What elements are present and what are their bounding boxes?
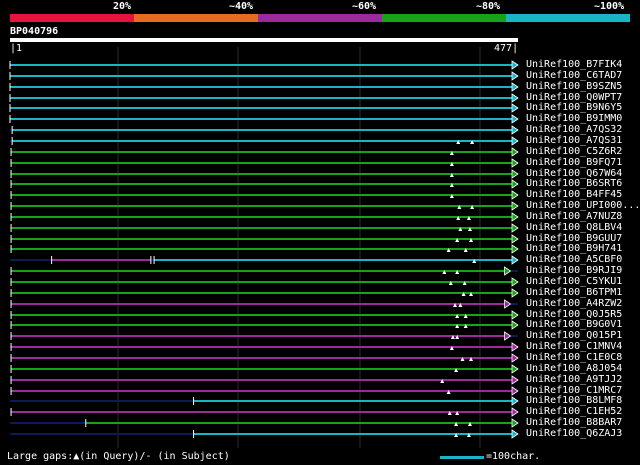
- hit-label[interactable]: UniRef100_C5YKU1: [526, 276, 622, 287]
- hit-label-list: UniRef100_B7FIK4 UniRef100_C6TAD7 UniRef10…: [0, 0, 640, 465]
- hit-label[interactable]: UniRef100_C1MNV4: [526, 341, 622, 352]
- hit-label[interactable]: UniRef100_A7NUZ8: [526, 211, 622, 222]
- hit-label[interactable]: UniRef100_C6TAD7: [526, 70, 622, 81]
- hit-label[interactable]: UniRef100_Q6ZAJ3: [526, 428, 622, 439]
- hit-label[interactable]: UniRef100_B9H741: [526, 243, 622, 254]
- hit-label[interactable]: UniRef100_B7FIK4: [526, 59, 622, 70]
- hit-label[interactable]: UniRef100_B9FQ71: [526, 157, 622, 168]
- scale-bar: [440, 456, 484, 459]
- hit-label[interactable]: UniRef100_B9N6Y5: [526, 102, 622, 113]
- hit-label[interactable]: UniRef100_Q8LBV4: [526, 222, 622, 233]
- hit-label[interactable]: UniRef100_B8LMF8: [526, 395, 622, 406]
- hit-label[interactable]: UniRef100_A9TJJ2: [526, 374, 622, 385]
- hit-label[interactable]: UniRef100_B6SRT6: [526, 178, 622, 189]
- hit-label[interactable]: UniRef100_C1E0C8: [526, 352, 622, 363]
- hit-label[interactable]: UniRef100_UPI000...: [526, 200, 640, 211]
- hit-label[interactable]: UniRef100_B6TPM1: [526, 287, 622, 298]
- scale-label: =100char.: [486, 451, 541, 462]
- large-gaps-legend: Large gaps:▲(in Query)/- (in Subject): [7, 451, 230, 462]
- hit-label[interactable]: UniRef100_A8J054: [526, 363, 622, 374]
- hit-label[interactable]: UniRef100_B9SZN5: [526, 81, 622, 92]
- hit-label[interactable]: UniRef100_A5CBF0: [526, 254, 622, 265]
- hit-label[interactable]: UniRef100_B9G0V1: [526, 319, 622, 330]
- hit-label[interactable]: UniRef100_A4RZW2: [526, 298, 622, 309]
- hit-label[interactable]: UniRef100_A7QS31: [526, 135, 622, 146]
- hit-label[interactable]: UniRef100_B8BAR7: [526, 417, 622, 428]
- hit-label[interactable]: UniRef100_B9IMM0: [526, 113, 622, 124]
- hit-label[interactable]: UniRef100_C1EH52: [526, 406, 622, 417]
- hit-label[interactable]: UniRef100_B9RJI9: [526, 265, 622, 276]
- hit-label[interactable]: UniRef100_Q015P1: [526, 330, 622, 341]
- hit-label[interactable]: UniRef100_A7QS32: [526, 124, 622, 135]
- hit-label[interactable]: UniRef100_C5Z6R2: [526, 146, 622, 157]
- hit-label[interactable]: UniRef100_B4FF45: [526, 189, 622, 200]
